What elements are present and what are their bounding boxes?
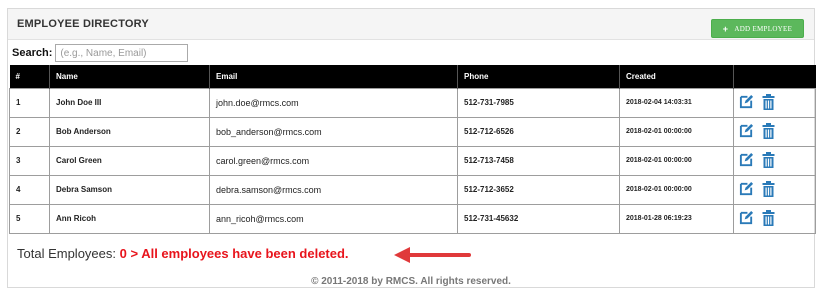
footer-copyright: © 2011-2018 by RMCS. All rights reserved…	[311, 276, 511, 287]
cell-email: john.doe@rmcs.com	[209, 87, 458, 118]
column-header-actions	[733, 65, 816, 88]
cell-phone: 512-731-45632	[457, 203, 620, 234]
table-header-row: # Name Email Phone Created	[9, 65, 816, 88]
employee-table: # Name Email Phone Created 1 John Doe III…	[9, 65, 816, 234]
edit-icon[interactable]	[739, 181, 754, 198]
add-employee-button[interactable]: + ADD EMPLOYEE	[711, 19, 804, 38]
annotation-arrow-icon	[394, 247, 471, 263]
column-header-email: Email	[209, 65, 458, 88]
cell-actions	[733, 116, 816, 147]
trash-icon[interactable]	[762, 209, 775, 228]
panel-header: EMPLOYEE DIRECTORY + ADD EMPLOYEE	[8, 9, 814, 40]
table-row: 3 Carol Green carol.green@rmcs.com 512-713-…	[9, 145, 816, 176]
table-row: 5 Ann Ricoh ann_ricoh@rmcs.com 512-731-4563…	[9, 203, 816, 234]
cell-email: ann_ricoh@rmcs.com	[209, 203, 458, 234]
edit-icon[interactable]	[739, 152, 754, 169]
total-label: Total Employees:	[17, 246, 116, 261]
search-row: Search:	[12, 43, 189, 63]
cell-phone: 512-713-7458	[457, 145, 620, 176]
trash-icon[interactable]	[762, 151, 775, 170]
edit-icon[interactable]	[739, 94, 754, 111]
cell-id: 4	[9, 174, 50, 205]
column-header-phone: Phone	[457, 65, 620, 88]
cell-name: Ann Ricoh	[49, 203, 210, 234]
edit-icon[interactable]	[739, 210, 754, 227]
edit-icon[interactable]	[739, 123, 754, 140]
panel-title: EMPLOYEE DIRECTORY	[17, 18, 149, 30]
search-label: Search:	[12, 47, 53, 59]
cell-created: 2018-01-28 06:19:23	[619, 203, 734, 234]
cell-name: Bob Anderson	[49, 116, 210, 147]
total-message: 0 > All employees have been deleted.	[119, 246, 349, 261]
total-employees: Total Employees: 0 > All employees have …	[17, 246, 349, 264]
cell-email: debra.samson@rmcs.com	[209, 174, 458, 205]
cell-created: 2018-02-01 00:00:00	[619, 116, 734, 147]
trash-icon[interactable]	[762, 93, 775, 112]
trash-icon[interactable]	[762, 122, 775, 141]
cell-phone: 512-712-3652	[457, 174, 620, 205]
table-body: 1 John Doe III john.doe@rmcs.com 512-731-79…	[9, 87, 816, 234]
plus-icon: +	[722, 23, 729, 34]
column-header-created: Created	[619, 65, 734, 88]
cell-email: bob_anderson@rmcs.com	[209, 116, 458, 147]
table-row: 4 Debra Samson debra.samson@rmcs.com 512-71…	[9, 174, 816, 205]
cell-actions	[733, 174, 816, 205]
cell-email: carol.green@rmcs.com	[209, 145, 458, 176]
cell-name: Carol Green	[49, 145, 210, 176]
trash-icon[interactable]	[762, 180, 775, 199]
cell-created: 2018-02-01 00:00:00	[619, 145, 734, 176]
cell-actions	[733, 145, 816, 176]
table-row: 1 John Doe III john.doe@rmcs.com 512-731-79…	[9, 87, 816, 118]
search-input[interactable]	[55, 44, 189, 62]
table-row: 2 Bob Anderson bob_anderson@rmcs.com 512-71…	[9, 116, 816, 147]
column-header-name: Name	[49, 65, 210, 88]
cell-name: John Doe III	[49, 87, 210, 118]
cell-id: 5	[9, 203, 50, 234]
add-employee-label: ADD EMPLOYEE	[734, 24, 793, 33]
cell-actions	[733, 203, 816, 234]
cell-id: 1	[9, 87, 50, 118]
employee-directory-panel: EMPLOYEE DIRECTORY + ADD EMPLOYEE Search…	[7, 8, 816, 288]
cell-created: 2018-02-01 00:00:00	[619, 174, 734, 205]
cell-id: 2	[9, 116, 50, 147]
column-header-id: #	[9, 65, 50, 88]
cell-id: 3	[9, 145, 50, 176]
cell-phone: 512-712-6526	[457, 116, 620, 147]
cell-actions	[733, 87, 816, 118]
cell-phone: 512-731-7985	[457, 87, 620, 118]
cell-created: 2018-02-04 14:03:31	[619, 87, 734, 118]
cell-name: Debra Samson	[49, 174, 210, 205]
